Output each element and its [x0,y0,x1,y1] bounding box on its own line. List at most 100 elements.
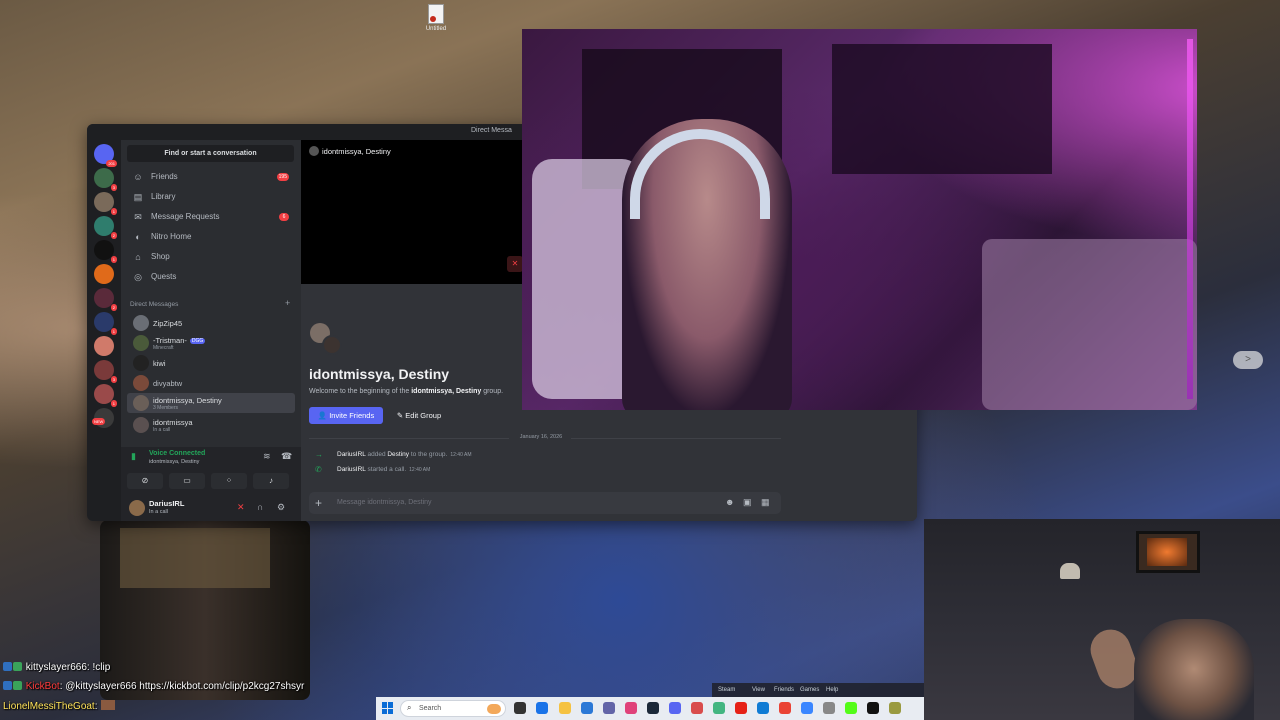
message-user[interactable]: DariusIRL [337,451,366,458]
attach-plus-icon[interactable]: + [315,495,322,511]
teams-icon[interactable] [603,702,615,714]
steam-menu-item[interactable]: View [752,687,765,693]
next-arrow-button[interactable]: > [1233,351,1263,369]
nav-label: Library [151,192,176,201]
server-icon[interactable]: 3 [94,168,117,191]
edit-group-button[interactable]: ✎ Edit Group [391,407,447,424]
screen-share-button[interactable]: ▭ [169,473,205,489]
chat-user[interactable]: kittyslayer666 [26,662,87,673]
signal-icon[interactable]: ▮ [131,451,141,461]
server-icon[interactable]: 2 [94,288,117,311]
file-icon [428,4,444,24]
app-icon[interactable] [867,702,879,714]
phone-icon: ✆ [315,465,322,474]
desktop-file-icon[interactable]: Untitled [424,4,448,32]
nav-message-requests[interactable]: ✉ Message Requests 6 [127,208,295,226]
dm-name: -Tristman- DGG [153,336,206,345]
chrome-icon[interactable] [779,702,791,714]
nav-shop[interactable]: ⌂ Shop [127,248,295,266]
group-name: idontmissya, Destiny [309,366,450,382]
soundboard-button[interactable]: ♪ [253,473,289,489]
steam-menu-item[interactable]: Steam [718,687,735,693]
app-icon[interactable] [801,702,813,714]
dm-item-zipzip45[interactable]: ZipZip45 [127,313,295,333]
gif-icon[interactable]: ▣ [743,497,752,508]
server-icon[interactable]: 1 [94,312,117,335]
server-icon[interactable]: 3 [94,360,117,383]
mic-muted-button[interactable]: ✕ [507,256,523,272]
badge-icon [13,662,22,671]
headphones-icon[interactable]: ∩ [257,502,263,512]
voice-channel[interactable]: idontmissya, Destiny [149,459,199,465]
nav-nitro-home[interactable]: ◐ Nitro Home [127,228,295,246]
message-user[interactable]: DariusIRL [337,466,366,473]
server-icon[interactable]: 1 [94,240,117,263]
server-icon[interactable]: 2 [94,216,117,239]
chat-message: LionelMessiTheGoat: [3,700,115,712]
steam-menu-item[interactable]: Games [800,687,819,693]
server-icon[interactable]: 1 [94,192,117,215]
message-composer[interactable]: + Message idontmissya, Destiny ☻ ▣ ▦ [309,492,781,514]
dm-item-kiwi[interactable]: kiwi [127,353,295,373]
activities-button[interactable]: ⁘ [211,473,247,489]
app-icon[interactable] [691,702,703,714]
nav-friends[interactable]: ☺ Friends 195 [127,168,295,186]
nav-quests[interactable]: ◎ Quests [127,268,295,286]
dm-item-group-selected[interactable]: idontmissya, Destiny 3 Members [127,393,295,413]
call-view[interactable]: idontmissya, Destiny ✕ [301,140,531,284]
user-name: DariusIRL [149,499,185,508]
dm-item-tristman[interactable]: -Tristman- DGG Minecraft [127,333,295,353]
streamer-person [1134,619,1254,720]
kick-icon[interactable] [845,702,857,714]
nav-library[interactable]: ▤ Library [127,188,295,206]
steam-menu-item[interactable]: Help [826,687,838,693]
find-conversation-button[interactable]: Find or start a conversation [127,145,294,162]
badge-icon [3,681,12,690]
dm-item-divyabtw[interactable]: divyabtw [127,373,295,393]
server-icon[interactable] [94,336,114,356]
settings-icon[interactable] [823,702,835,714]
message-time: 12:40 AM [409,467,431,473]
mic-muted-icon[interactable]: ✕ [237,502,245,512]
chat-text: : [94,701,98,712]
chat-user[interactable]: LionelMessiTheGoat [3,701,95,712]
server-icon[interactable]: NEW [92,408,114,428]
server-icon[interactable] [94,264,114,284]
app-icon[interactable] [889,702,901,714]
taskbar-search[interactable]: ⌕ Search [400,700,506,717]
youtube-icon[interactable] [735,702,747,714]
user-avatar[interactable] [129,500,145,516]
discord-icon[interactable] [669,702,681,714]
discord-home-icon[interactable]: 201 [94,144,117,167]
steam-icon[interactable] [647,702,659,714]
chat-user[interactable]: KickBot [26,681,60,692]
app-icon[interactable] [713,702,725,714]
edge-icon[interactable] [757,702,769,714]
camera-off-button[interactable]: ⊘ [127,473,163,489]
create-dm-plus-icon[interactable]: + [285,298,290,308]
guild-badge: 1 [110,256,117,263]
guest-webcam [522,29,1197,410]
copilot-icon[interactable] [536,702,548,714]
windows-start-icon[interactable] [382,702,394,714]
guild-badge: 1 [110,328,117,335]
message-target[interactable]: Destiny [387,451,409,458]
gear-icon[interactable]: ⚙ [277,502,285,512]
guild-badge: 1 [110,208,117,215]
divider [309,438,509,439]
emoji-icon[interactable]: ☻ [725,497,734,507]
group-avatar [133,395,149,411]
gift-icon[interactable]: ▦ [761,497,770,508]
file-explorer-icon[interactable] [559,702,571,714]
dm-item-idontmissya[interactable]: idontmissya In a call [127,415,295,435]
server-icon[interactable]: 1 [94,384,117,407]
invite-friends-button[interactable]: 👤 Invite Friends [309,407,383,424]
store-icon[interactable] [581,702,593,714]
search-icon: ⌕ [407,703,412,712]
app-icon[interactable] [625,702,637,714]
disconnect-icon[interactable]: ☎ [281,451,292,462]
steam-menu-item[interactable]: Friends [774,687,794,693]
task-view-icon[interactable] [514,702,526,714]
noise-suppression-icon[interactable]: ≋ [263,451,271,462]
user-panel: DariusIRL In a call ✕ ∩ ⚙ [121,495,301,521]
